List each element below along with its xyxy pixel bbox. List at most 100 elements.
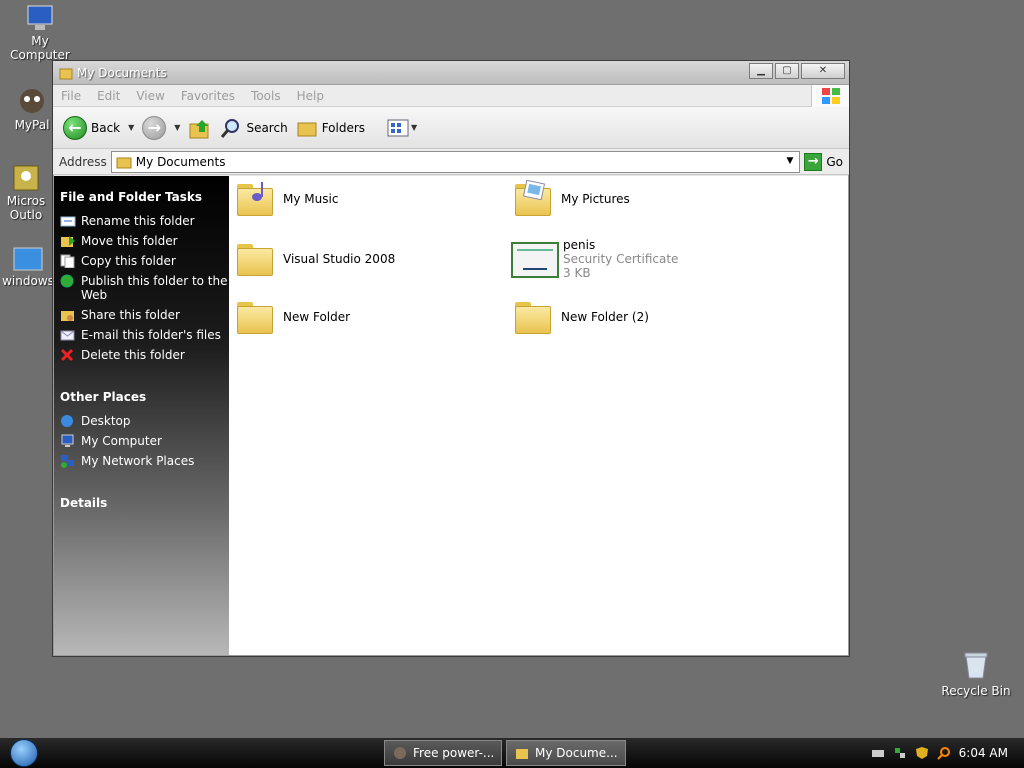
window-titlebar[interactable]: My Documents ▁ ▢ ✕	[53, 61, 849, 85]
file-item-my-pictures[interactable]: My Pictures	[513, 180, 630, 216]
views-dropdown-icon[interactable]: ▼	[411, 123, 417, 132]
delete-x-icon	[60, 348, 74, 362]
desktop-icon-outlook[interactable]: Micros Outlo	[0, 164, 56, 222]
music-folder-icon	[235, 182, 275, 216]
window-image-icon	[13, 247, 43, 271]
taskbar-button-free-power[interactable]: Free power-...	[384, 740, 502, 766]
close-button[interactable]: ✕	[801, 63, 845, 79]
menu-view[interactable]: View	[128, 89, 172, 103]
forward-arrow-icon: →	[142, 115, 167, 140]
address-value: My Documents	[135, 154, 226, 169]
section-heading[interactable]: Other Places	[60, 390, 229, 404]
folder-icon	[235, 300, 275, 334]
details-section: Details	[60, 496, 229, 510]
desktop-icon-label: windows	[2, 274, 54, 288]
menu-edit[interactable]: Edit	[89, 89, 128, 103]
desktop-icon-label: Micros Outlo	[6, 194, 46, 222]
start-button[interactable]	[10, 739, 38, 767]
place-desktop[interactable]: Desktop	[60, 414, 229, 428]
monitor-icon	[27, 5, 53, 30]
toolbar: ← Back ▼ → ▼ Search Folders ▼	[53, 107, 849, 149]
window-content: File and Folder Tasks Rename this folder…	[54, 176, 848, 655]
file-item-security-certificate[interactable]: penis Security Certificate 3 KB	[511, 238, 678, 280]
taskbar-button-my-documents[interactable]: My Docume...	[506, 740, 626, 766]
address-dropdown-icon[interactable]: ▼	[786, 156, 793, 166]
folder-icon	[516, 749, 528, 759]
certificate-icon	[511, 242, 559, 278]
computer-icon	[61, 434, 74, 447]
keyboard-icon[interactable]	[871, 746, 885, 760]
menu-tools[interactable]: Tools	[243, 89, 289, 103]
taskbar: Free power-... My Docume... 6:04 AM	[0, 738, 1024, 768]
shield-icon[interactable]	[915, 746, 929, 760]
move-folder-icon	[61, 236, 75, 247]
folder-icon	[116, 157, 132, 168]
task-share-folder[interactable]: Share this folder	[60, 308, 229, 322]
desktop-icon-label: My Computer	[10, 34, 70, 62]
outlook-icon	[13, 165, 39, 191]
task-copy-folder[interactable]: Copy this folder	[60, 254, 229, 268]
go-arrow-icon: →	[804, 152, 823, 171]
task-rename-folder[interactable]: Rename this folder	[60, 214, 229, 228]
task-email-files[interactable]: E-mail this folder's files	[60, 328, 229, 342]
windows-logo-icon	[811, 85, 849, 107]
menu-file[interactable]: File	[53, 89, 89, 103]
copy-icon	[60, 254, 75, 268]
system-tray: 6:04 AM	[856, 738, 1024, 768]
section-heading[interactable]: File and Folder Tasks	[60, 190, 229, 204]
network-icon	[61, 455, 74, 468]
desktop-icon-label: MyPal	[14, 118, 50, 132]
menu-bar: File Edit View Favorites Tools Help	[53, 85, 849, 107]
up-folder-button[interactable]	[188, 116, 212, 140]
menu-favorites[interactable]: Favorites	[173, 89, 243, 103]
file-item-my-music[interactable]: My Music	[235, 182, 338, 216]
email-icon	[60, 330, 75, 341]
search-icon	[221, 118, 240, 138]
task-publish-folder[interactable]: Publish this folder to the Web	[60, 274, 229, 302]
folders-button[interactable]: Folders	[296, 118, 365, 138]
address-field[interactable]: My Documents ▼	[110, 150, 801, 173]
task-delete-folder[interactable]: Delete this folder	[60, 348, 229, 362]
desktop-icon	[61, 415, 73, 427]
recycle-bin-icon	[964, 652, 988, 679]
forward-dropdown-icon[interactable]: ▼	[174, 123, 180, 132]
up-folder-icon	[189, 119, 209, 138]
views-button[interactable]: ▼	[387, 119, 417, 137]
desktop-icon-my-computer[interactable]: My Computer	[0, 4, 80, 62]
back-button[interactable]: ← Back ▼	[63, 115, 134, 140]
section-heading[interactable]: Details	[60, 496, 229, 510]
other-places-section: Other Places Desktop My Computer My Netw…	[60, 390, 229, 468]
maximize-button[interactable]: ▢	[775, 63, 799, 79]
place-my-computer[interactable]: My Computer	[60, 434, 229, 448]
desktop-icon-label: Recycle Bin	[941, 684, 1011, 698]
pictures-folder-icon	[513, 180, 553, 216]
file-item-new-folder[interactable]: New Folder	[235, 300, 350, 334]
folder-icon	[235, 242, 275, 276]
task-move-folder[interactable]: Move this folder	[60, 234, 229, 248]
clock[interactable]: 6:04 AM	[959, 746, 1008, 760]
menu-help[interactable]: Help	[289, 89, 332, 103]
task-pane: File and Folder Tasks Rename this folder…	[54, 176, 229, 655]
address-bar: Address My Documents ▼ → Go	[53, 149, 849, 175]
file-list: My Music My Pictures Visual Studio 2008 …	[229, 176, 848, 655]
folders-icon	[297, 122, 317, 136]
app-icon	[394, 747, 406, 759]
go-button[interactable]: → Go	[804, 152, 843, 171]
address-label: Address	[59, 154, 107, 169]
network-icon[interactable]	[893, 746, 907, 760]
folder-icon	[513, 300, 553, 334]
file-item-new-folder-2[interactable]: New Folder (2)	[513, 300, 649, 334]
desktop-icon-recycle-bin[interactable]: Recycle Bin	[940, 650, 1012, 698]
forward-button[interactable]: → ▼	[142, 115, 180, 140]
search-icon[interactable]	[936, 746, 951, 760]
file-item-visual-studio-2008[interactable]: Visual Studio 2008	[235, 242, 395, 276]
explorer-window: My Documents ▁ ▢ ✕ File Edit View Favori…	[52, 60, 850, 657]
place-network[interactable]: My Network Places	[60, 454, 229, 468]
folder-icon	[59, 68, 73, 79]
search-button[interactable]: Search	[220, 117, 288, 139]
back-arrow-icon: ←	[63, 115, 87, 140]
minimize-button[interactable]: ▁	[749, 63, 773, 79]
back-dropdown-icon[interactable]: ▼	[128, 123, 134, 132]
raccoon-icon	[20, 89, 44, 113]
rename-icon	[60, 216, 76, 227]
